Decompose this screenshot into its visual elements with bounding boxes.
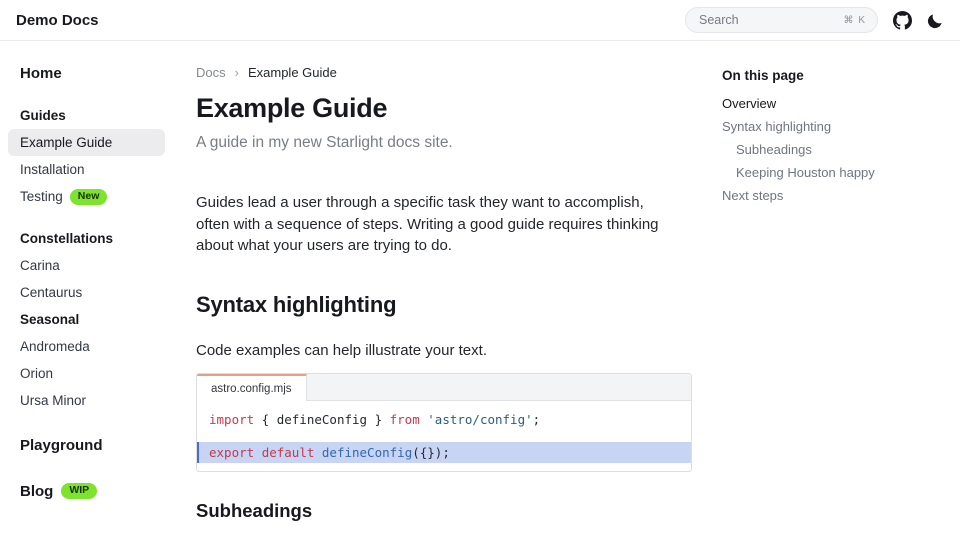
code-tab-filename[interactable]: astro.config.mjs <box>197 374 307 401</box>
toc-link-overview[interactable]: Overview <box>722 92 952 115</box>
breadcrumb: Docs › Example Guide <box>196 65 692 80</box>
code-area[interactable]: import { defineConfig } from 'astro/conf… <box>197 401 691 471</box>
sidebar-item-blog[interactable]: Blog WIP <box>8 477 165 506</box>
search-shortcut: ⌘ K <box>844 15 866 26</box>
toc-link-keeping-houston-happy[interactable]: Keeping Houston happy <box>736 161 952 184</box>
sidebar-item-installation[interactable]: Installation <box>8 156 165 183</box>
table-of-contents: On this page Overview Syntax highlightin… <box>722 41 952 207</box>
sidebar-item-label: Blog <box>20 483 53 500</box>
code-token: ({}); <box>412 445 450 460</box>
sidebar-item-home[interactable]: Home <box>8 59 165 88</box>
toc-link-syntax-highlighting[interactable]: Syntax highlighting <box>722 115 952 138</box>
code-token: default <box>262 445 315 460</box>
code-token: defineConfig <box>322 445 412 460</box>
section-intro: Code examples can help illustrate your t… <box>196 342 692 359</box>
section-heading-syntax-highlighting: Syntax highlighting <box>196 292 692 318</box>
toc-link-next-steps[interactable]: Next steps <box>722 184 952 207</box>
sidebar-item-carina[interactable]: Carina <box>8 252 165 279</box>
code-block: astro.config.mjs import { defineConfig }… <box>196 373 692 472</box>
toc-title: On this page <box>722 68 952 83</box>
sidebar-group-guides: Guides <box>8 102 165 129</box>
toc-link-subheadings[interactable]: Subheadings <box>736 138 952 161</box>
site-title[interactable]: Demo Docs <box>16 12 99 29</box>
chevron-right-icon: › <box>235 65 239 80</box>
sidebar-item-orion[interactable]: Orion <box>8 360 165 387</box>
main-content: Docs › Example Guide Example Guide A gui… <box>196 41 692 540</box>
sidebar-item-playground[interactable]: Playground <box>8 431 165 460</box>
search-input[interactable] <box>699 13 844 27</box>
page-title: Example Guide <box>196 93 692 124</box>
bullet-item: And bullet points containing links. <box>234 536 692 540</box>
page-subtitle: A guide in my new Starlight docs site. <box>196 134 692 152</box>
code-token <box>314 445 322 460</box>
sidebar-item-example-guide[interactable]: Example Guide <box>8 129 165 156</box>
subheading-subheadings: Subheadings <box>196 500 692 522</box>
code-token <box>254 445 262 460</box>
code-token: import <box>209 412 254 427</box>
code-token: ; <box>533 412 541 427</box>
code-line-2 <box>197 428 691 442</box>
header-actions: ⌘ K <box>685 7 944 33</box>
sidebar-subgroup-seasonal: Seasonal <box>8 306 165 333</box>
code-token: export <box>209 445 254 460</box>
search-box[interactable]: ⌘ K <box>685 7 878 33</box>
bullet-list: And bullet points containing links. <box>196 536 692 540</box>
sidebar-item-label: Testing <box>20 189 63 204</box>
intro-paragraph: Guides lead a user through a specific ta… <box>196 192 670 257</box>
github-icon[interactable] <box>893 11 912 30</box>
new-badge: New <box>70 189 108 205</box>
wip-badge: WIP <box>61 483 97 499</box>
sidebar-item-andromeda[interactable]: Andromeda <box>8 333 165 360</box>
code-tab-bar: astro.config.mjs <box>197 374 691 401</box>
page-layout: Home Guides Example Guide Installation T… <box>0 41 960 540</box>
code-line-3-highlighted: export default defineConfig({}); <box>197 442 691 463</box>
code-line-1: import { defineConfig } from 'astro/conf… <box>197 411 691 428</box>
code-token: from <box>390 412 420 427</box>
sidebar-item-centaurus[interactable]: Centaurus <box>8 279 165 306</box>
site-header: Demo Docs ⌘ K <box>0 0 960 41</box>
breadcrumb-docs[interactable]: Docs <box>196 65 226 80</box>
sidebar-group-constellations: Constellations <box>8 225 165 252</box>
search-input-wrap <box>699 13 844 27</box>
sidebar: Home Guides Example Guide Installation T… <box>0 41 185 506</box>
theme-toggle-moon-icon[interactable] <box>927 12 944 29</box>
sidebar-item-testing[interactable]: Testing New <box>8 183 165 211</box>
code-token: 'astro/config' <box>427 412 532 427</box>
code-token: { defineConfig } <box>254 412 389 427</box>
breadcrumb-current[interactable]: Example Guide <box>248 65 337 80</box>
sidebar-item-ursa-minor[interactable]: Ursa Minor <box>8 387 165 414</box>
